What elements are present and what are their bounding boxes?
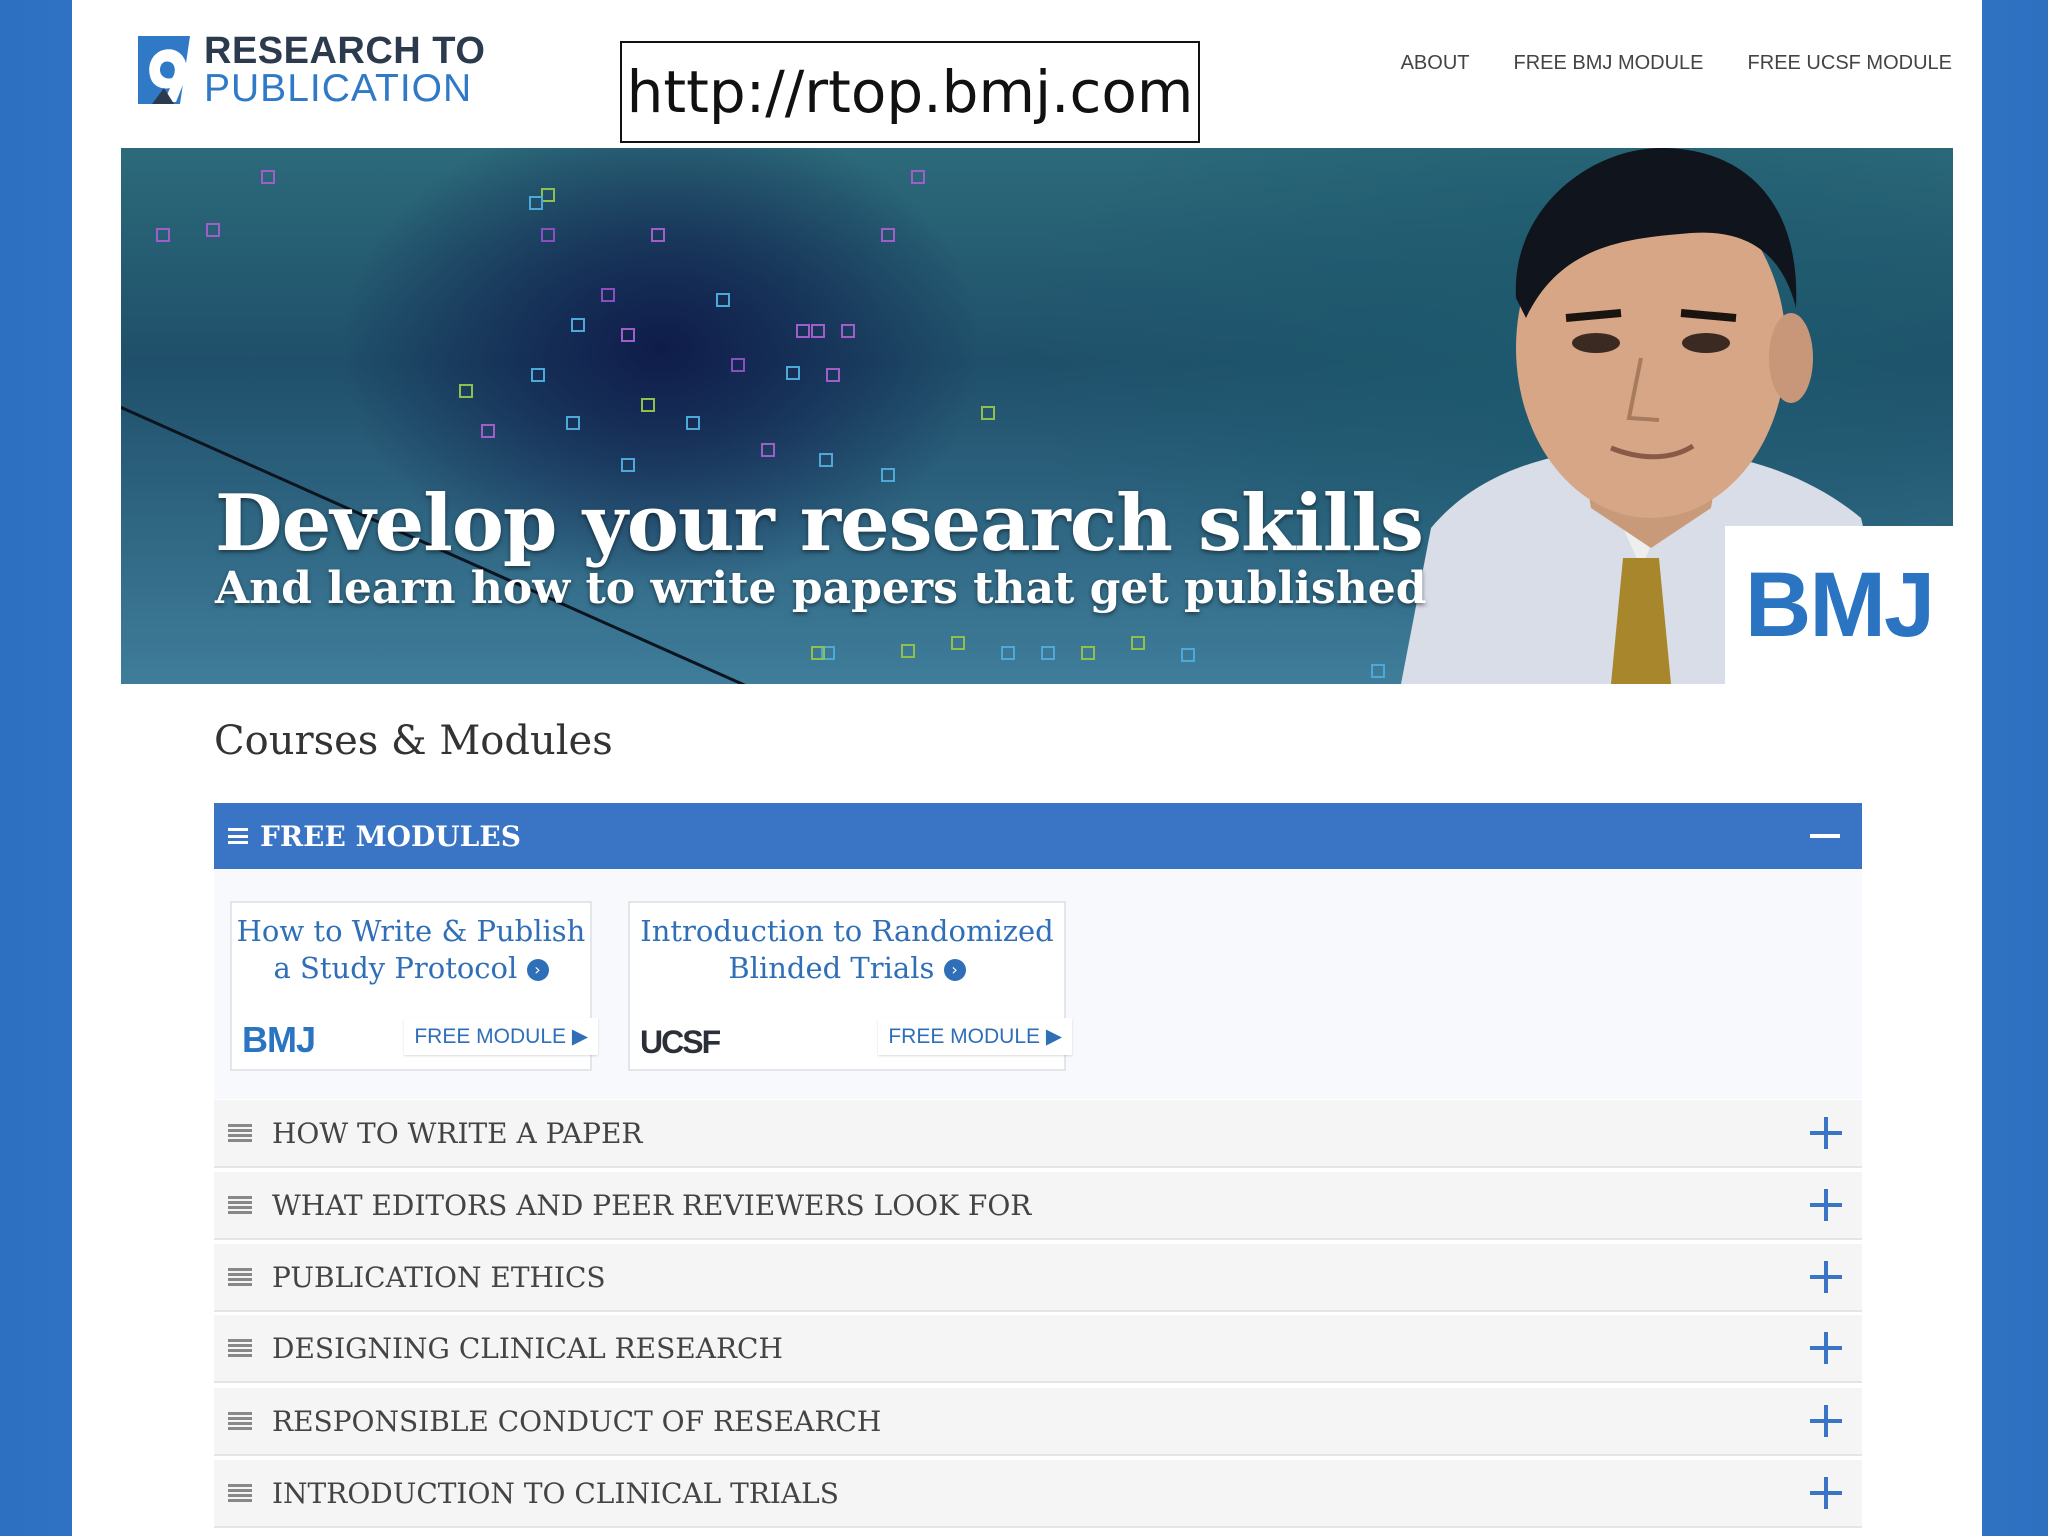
accordion-row-label-group: INTRODUCTION TO CLINICAL TRIALS: [228, 1477, 839, 1510]
bmj-card-logo: BMJ: [242, 1019, 316, 1060]
free-modules-label: FREE MODULES: [260, 819, 521, 853]
accordion-row-label: WHAT EDITORS AND PEER REVIEWERS LOOK FOR: [272, 1188, 1032, 1222]
module-card-title[interactable]: Introduction to Randomized Blinded Trial…: [630, 913, 1064, 987]
url-caption: http://rtop.bmj.com: [620, 41, 1200, 143]
logo-line2: PUBLICATION: [204, 67, 473, 110]
web-page: RESEARCH TO PUBLICATION http://rtop.bmj.…: [72, 0, 1982, 1536]
circle-arrow-icon: ›: [943, 959, 966, 981]
accordion-row-publication-ethics[interactable]: PUBLICATION ETHICS: [214, 1244, 1862, 1312]
nav-free-bmj-module[interactable]: FREE BMJ MODULE: [1514, 52, 1704, 75]
bmj-logo: BMJ: [1725, 526, 1953, 684]
accordion-row-label-group: HOW TO WRITE A PAPER: [228, 1117, 643, 1150]
list-icon: [228, 1484, 252, 1502]
free-module-link-ucsf[interactable]: FREE MODULE ▶: [878, 1018, 1072, 1055]
free-modules-panel: How to Write & Publish a Study Protocol …: [214, 869, 1862, 1099]
list-icon: [228, 1124, 252, 1142]
accordion-row-label-group: DESIGNING CLINICAL RESEARCH: [228, 1332, 783, 1365]
top-nav: ABOUT FREE BMJ MODULE FREE UCSF MODULE: [1401, 52, 1952, 75]
free-modules-header[interactable]: FREE MODULES: [214, 803, 1862, 869]
ucsf-card-logo: UCSF: [640, 1024, 721, 1060]
module-card-ucsf[interactable]: Introduction to Randomized Blinded Trial…: [628, 901, 1072, 1071]
expand-plus-icon[interactable]: [1810, 1189, 1842, 1221]
accordion-row-editors-reviewers[interactable]: WHAT EDITORS AND PEER REVIEWERS LOOK FOR: [214, 1172, 1862, 1240]
list-icon: [228, 1339, 252, 1357]
accordion-row-designing-clinical-research[interactable]: DESIGNING CLINICAL RESEARCH: [214, 1315, 1862, 1383]
free-module-link-bmj[interactable]: FREE MODULE ▶: [404, 1018, 598, 1055]
expand-plus-icon[interactable]: [1810, 1332, 1842, 1364]
accordion-row-label: RESPONSIBLE CONDUCT OF RESEARCH: [272, 1404, 882, 1438]
accordion-row-label-group: RESPONSIBLE CONDUCT OF RESEARCH: [228, 1405, 881, 1438]
accordion-row-label-group: PUBLICATION ETHICS: [228, 1261, 606, 1294]
accordion-row-responsible-conduct[interactable]: RESPONSIBLE CONDUCT OF RESEARCH: [214, 1388, 1862, 1456]
site-logo[interactable]: RESEARCH TO PUBLICATION: [134, 32, 485, 108]
accordion-row-label: PUBLICATION ETHICS: [272, 1260, 606, 1294]
module-card-title-line1: How to Write & Publish: [236, 914, 586, 948]
list-icon: [228, 1196, 252, 1214]
logo-mark-icon: [138, 36, 190, 104]
accordion-row-intro-clinical-trials[interactable]: INTRODUCTION TO CLINICAL TRIALS: [214, 1460, 1862, 1528]
hero-subtitle: And learn how to write papers that get p…: [215, 563, 1427, 614]
section-title: Courses & Modules: [214, 718, 613, 764]
expand-plus-icon[interactable]: [1810, 1477, 1842, 1509]
logo-line1: RESEARCH TO: [204, 30, 486, 72]
nav-free-ucsf-module[interactable]: FREE UCSF MODULE: [1748, 52, 1952, 75]
accordion-row-label-group: WHAT EDITORS AND PEER REVIEWERS LOOK FOR: [228, 1189, 1031, 1222]
circle-arrow-icon: ›: [526, 959, 549, 981]
logo-text: RESEARCH TO PUBLICATION: [204, 32, 485, 108]
accordion-row-how-to-write-a-paper[interactable]: HOW TO WRITE A PAPER: [214, 1100, 1862, 1168]
expand-plus-icon[interactable]: [1810, 1261, 1842, 1293]
accordion-row-label: DESIGNING CLINICAL RESEARCH: [272, 1331, 783, 1365]
free-modules-label-group: FREE MODULES: [228, 820, 521, 853]
module-card-title-line2: Blinded Trials: [728, 951, 935, 985]
list-icon: [228, 1412, 252, 1430]
hero-title: Develop your research skills: [215, 478, 1424, 569]
expand-plus-icon[interactable]: [1810, 1117, 1842, 1149]
accordion-row-label: INTRODUCTION TO CLINICAL TRIALS: [272, 1476, 839, 1510]
module-card-title-line1: Introduction to Randomized: [640, 914, 1054, 948]
module-card-title-line2: a Study Protocol: [273, 951, 518, 985]
list-icon: [228, 1268, 252, 1286]
accordion-row-label: HOW TO WRITE A PAPER: [272, 1116, 643, 1150]
menu-icon: [228, 828, 248, 844]
module-card-bmj[interactable]: How to Write & Publish a Study Protocol …: [230, 901, 598, 1071]
collapse-minus-icon[interactable]: [1810, 834, 1840, 838]
hero-banner[interactable]: Develop your research skills And learn h…: [121, 148, 1953, 684]
nav-about[interactable]: ABOUT: [1401, 52, 1470, 75]
module-card-title[interactable]: How to Write & Publish a Study Protocol …: [232, 913, 590, 987]
expand-plus-icon[interactable]: [1810, 1405, 1842, 1437]
